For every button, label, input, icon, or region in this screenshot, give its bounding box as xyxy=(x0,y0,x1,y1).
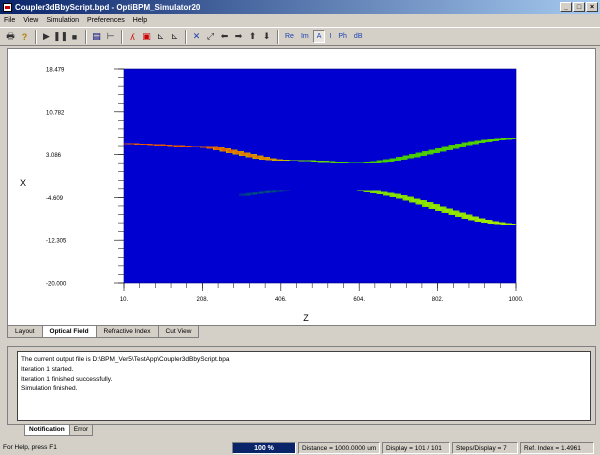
x-tick-label: 208. xyxy=(197,297,209,303)
log-line: Simulation finished. xyxy=(21,385,78,393)
print-icon[interactable]: 🖶 xyxy=(4,30,17,43)
toolbar-separator xyxy=(121,29,123,44)
layout-icon[interactable]: ▤ xyxy=(90,30,103,43)
zoom-y-icon[interactable]: ⊾ xyxy=(168,30,181,43)
log-line: Iteration 1 started. xyxy=(21,365,74,373)
fit-icon[interactable]: ▣ xyxy=(140,30,153,43)
expand-icon[interactable]: ⤢ xyxy=(204,30,217,43)
y-axis-label: X xyxy=(20,178,26,188)
x-tick-label: 802. xyxy=(432,297,444,303)
arrow-right-icon[interactable]: ➡ xyxy=(232,30,245,43)
title-bar: Coupler3dBbyScript.bpd - OptiBPM_Simulat… xyxy=(0,0,600,14)
status-bar: For Help, press F1 100 % Distance = 1000… xyxy=(0,440,600,455)
status-steps: Steps/Display = 7 xyxy=(452,441,518,454)
close-button[interactable]: × xyxy=(586,2,598,12)
field-intensity-button[interactable]: I xyxy=(326,30,334,43)
status-help-text: For Help, press F1 xyxy=(3,443,57,451)
cut-icon[interactable]: ⊢ xyxy=(104,30,117,43)
status-distance: Distance = 1000.0000 um xyxy=(298,441,380,454)
notification-log[interactable]: The current output file is D:\BPM_Ver5\T… xyxy=(17,351,591,421)
optical-field-panel: 18.479 10.782 3.086 -4.609 -12.305 -20.000 10.… xyxy=(7,48,596,326)
menu-bar: File View Simulation Preferences Help xyxy=(0,14,600,27)
maximize-button[interactable]: □ xyxy=(573,2,585,12)
app-icon xyxy=(3,2,12,12)
notification-panel: The current output file is D:\BPM_Ver5\T… xyxy=(7,346,596,425)
run-icon[interactable]: ▶ xyxy=(40,30,53,43)
tab-refractive-index[interactable]: Refractive Index xyxy=(95,326,159,338)
arrow-up-icon[interactable]: ⬆ xyxy=(246,30,259,43)
tab-notification[interactable]: Notification xyxy=(24,425,70,436)
zoom-x-icon[interactable]: ⊾ xyxy=(154,30,167,43)
menu-view[interactable]: View xyxy=(23,17,38,24)
help-icon[interactable]: ? xyxy=(18,30,31,43)
arrow-left-icon[interactable]: ⬅ xyxy=(218,30,231,43)
stop-icon[interactable]: ■ xyxy=(68,30,81,43)
x-tick-label: 406. xyxy=(275,297,287,303)
field-amplitude-button[interactable]: A xyxy=(312,30,326,43)
y-tick-label: -4.609 xyxy=(46,196,64,202)
center-icon[interactable]: ✕ xyxy=(190,30,203,43)
field-db-button[interactable]: dB xyxy=(351,30,366,43)
field-phase-button[interactable]: Ph xyxy=(335,30,350,43)
tab-optical-field[interactable]: Optical Field xyxy=(41,326,97,338)
toolbar-separator xyxy=(35,29,37,44)
x-tick-label: 1000. xyxy=(508,297,523,303)
y-tick-label: 3.086 xyxy=(46,153,62,159)
pause-icon[interactable]: ❚❚ xyxy=(53,30,68,43)
optical-field-plot: 18.479 10.782 3.086 -4.609 -12.305 -20.000 10.… xyxy=(20,68,524,324)
field-im-button[interactable]: Im xyxy=(298,30,312,43)
window-title: Coupler3dBbyScript.bpd - OptiBPM_Simulat… xyxy=(15,2,201,12)
profile-icon[interactable]: ʎ xyxy=(126,30,139,43)
menu-preferences[interactable]: Preferences xyxy=(87,17,125,24)
status-display: Display = 101 / 101 xyxy=(382,441,450,454)
arrow-down-icon[interactable]: ⬇ xyxy=(260,30,273,43)
x-axis-label: Z xyxy=(303,313,309,323)
menu-file[interactable]: File xyxy=(4,17,15,24)
minimize-button[interactable]: _ xyxy=(560,2,572,12)
log-line: The current output file is D:\BPM_Ver5\T… xyxy=(21,356,230,363)
toolbar-separator xyxy=(277,29,279,44)
tab-layout[interactable]: Layout xyxy=(7,326,43,338)
toolbar-separator xyxy=(185,29,187,44)
view-tabs: Layout Optical Field Refractive Index Cu… xyxy=(7,326,200,338)
toolbar-separator xyxy=(85,29,87,44)
x-tick-label: 10. xyxy=(120,297,129,303)
tab-error[interactable]: Error xyxy=(68,425,94,436)
log-line: Iteration 1 finished successfully. xyxy=(21,375,113,383)
y-tick-label: -20.000 xyxy=(46,282,67,288)
status-ref-index: Ref. Index = 1.4961 xyxy=(520,441,594,454)
y-tick-label: 18.479 xyxy=(46,68,65,74)
x-tick-label: 604. xyxy=(353,297,365,303)
y-tick-label: 10.782 xyxy=(46,110,65,116)
field-re-button[interactable]: Re xyxy=(282,30,297,43)
tab-cut-view[interactable]: Cut View xyxy=(157,326,200,338)
notification-tabs: Notification Error xyxy=(24,425,94,436)
y-tick-label: -12.305 xyxy=(46,239,67,245)
menu-help[interactable]: Help xyxy=(133,17,147,24)
toolbar: 🖶 ? ▶ ❚❚ ■ ▤ ⊢ ʎ ▣ ⊾ ⊾ ✕ ⤢ ⬅ ➡ ⬆ ⬇ Re Im… xyxy=(0,27,600,46)
menu-simulation[interactable]: Simulation xyxy=(46,17,79,24)
status-zoom: 100 % xyxy=(232,441,296,454)
